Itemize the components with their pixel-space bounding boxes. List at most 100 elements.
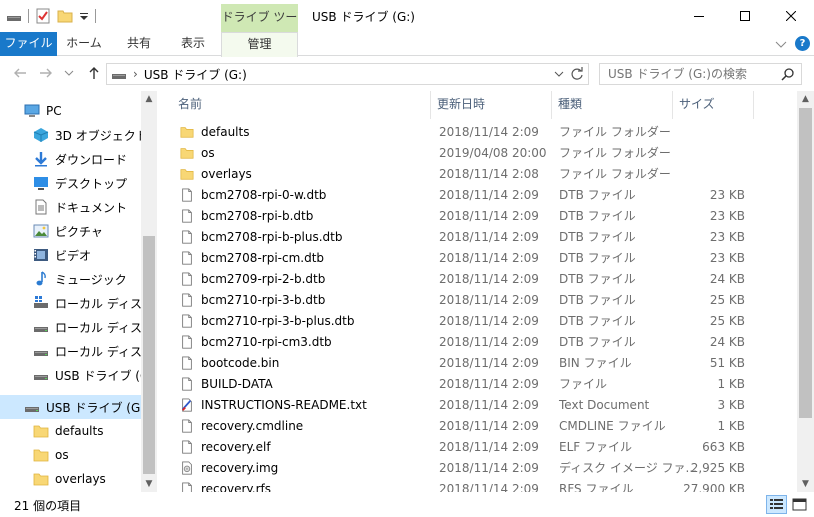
file-icon	[180, 292, 194, 308]
column-date-header[interactable]: 更新日時	[431, 91, 551, 119]
nav-item[interactable]: ローカル ディスク (E	[0, 339, 141, 363]
title-bar: ドライブ ツール USB ドライブ (G:)	[0, 0, 814, 50]
file-row[interactable]: bcm2709-rpi-2-b.dtb 2018/11/14 2:09 DTB ファ…	[168, 268, 797, 289]
help-icon[interactable]: ?	[795, 36, 810, 51]
file-list-scrollbar[interactable]: ▲ ▼	[797, 91, 814, 492]
file-row[interactable]: recovery.rfs 2018/11/14 2:09 RFS ファイル 27,90…	[168, 478, 797, 492]
tab-manage[interactable]: 管理	[221, 32, 298, 57]
address-dropdown-icon[interactable]	[554, 70, 564, 78]
nav-item[interactable]: ビデオ	[0, 243, 141, 267]
file-row[interactable]: bcm2708-rpi-b-plus.dtb 2018/11/14 2:09 DTB…	[168, 226, 797, 247]
file-list-scrollbar-thumb[interactable]	[799, 108, 812, 418]
file-date: 2018/11/14 2:08	[439, 166, 539, 181]
file-row[interactable]: overlays 2018/11/14 2:08 ファイル フォルダー	[168, 163, 797, 184]
scroll-up-icon[interactable]: ▲	[141, 91, 157, 107]
file-name: recovery.elf	[201, 439, 271, 454]
nav-item[interactable]: デスクトップ	[0, 171, 141, 195]
file-row[interactable]: defaults 2018/11/14 2:09 ファイル フォルダー	[168, 121, 797, 142]
file-row[interactable]: bcm2710-rpi-3-b-plus.dtb 2018/11/14 2:09 D…	[168, 310, 797, 331]
nav-scrollbar[interactable]: ▲ ▼	[141, 91, 157, 492]
search-input[interactable]	[608, 67, 781, 81]
properties-icon[interactable]	[35, 8, 51, 24]
file-row[interactable]: INSTRUCTIONS-README.txt 2018/11/14 2:09 Te…	[168, 394, 797, 415]
file-type: ファイル フォルダー	[559, 125, 671, 139]
details-view-button[interactable]	[766, 495, 787, 514]
column-divider[interactable]	[753, 91, 754, 119]
column-name-header[interactable]: 名前	[172, 91, 430, 119]
tab-home[interactable]: ホーム	[61, 32, 107, 56]
scroll-down-icon[interactable]: ▼	[141, 476, 157, 492]
file-type: ディスク イメージ ファ...	[559, 461, 697, 475]
folder-icon	[180, 145, 194, 161]
file-date: 2018/11/14 2:09	[439, 187, 539, 202]
nav-item[interactable]: 3D オブジェクト	[0, 123, 141, 147]
nav-item[interactable]: defaults	[0, 419, 141, 443]
file-type: DTB ファイル	[559, 209, 636, 223]
nav-scrollbar-thumb[interactable]	[143, 236, 155, 474]
file-size: 663 KB	[702, 439, 745, 454]
nav-item[interactable]: os	[0, 443, 141, 467]
tab-share[interactable]: 共有	[116, 32, 162, 56]
file-name-cell: BUILD-DATA	[180, 376, 273, 392]
forward-icon[interactable]	[38, 65, 54, 81]
file-row[interactable]: bcm2710-rpi-cm3.dtb 2018/11/14 2:09 DTB ファ…	[168, 331, 797, 352]
file-row[interactable]: bcm2708-rpi-b.dtb 2018/11/14 2:09 DTB ファイル…	[168, 205, 797, 226]
address-row: › USB ドライブ (G:)	[0, 57, 814, 91]
back-icon[interactable]	[12, 65, 28, 81]
file-row[interactable]: bcm2710-rpi-3-b.dtb 2018/11/14 2:09 DTB ファ…	[168, 289, 797, 310]
nav-item[interactable]: ダウンロード	[0, 147, 141, 171]
column-type-header[interactable]: 種類	[552, 91, 672, 119]
breadcrumb-separator-icon[interactable]: ›	[133, 67, 138, 81]
file-row[interactable]: os 2019/04/08 20:00 ファイル フォルダー	[168, 142, 797, 163]
column-size-header[interactable]: サイズ	[673, 91, 753, 119]
file-row[interactable]: recovery.elf 2018/11/14 2:09 ELF ファイル 663 K…	[168, 436, 797, 457]
up-icon[interactable]	[86, 65, 102, 81]
pc-icon	[24, 103, 40, 119]
file-date: 2018/11/14 2:09	[439, 292, 539, 307]
file-row[interactable]: recovery.img 2018/11/14 2:09 ディスク イメージ ファ.…	[168, 457, 797, 478]
nav-item[interactable]: ローカル ディスク (D	[0, 315, 141, 339]
file-name: bcm2710-rpi-3-b-plus.dtb	[201, 313, 355, 328]
file-date: 2018/11/14 2:09	[439, 229, 539, 244]
ribbon-tabs: ファイル ホーム 共有 表示 管理 ?	[0, 32, 814, 57]
nav-item[interactable]: ミュージック	[0, 267, 141, 291]
file-row[interactable]: bcm2708-rpi-cm.dtb 2018/11/14 2:09 DTB ファイ…	[168, 247, 797, 268]
refresh-icon[interactable]	[570, 67, 584, 81]
file-name: BUILD-DATA	[201, 376, 273, 391]
recent-locations-icon[interactable]	[64, 69, 74, 77]
file-row[interactable]: BUILD-DATA 2018/11/14 2:09 ファイル 1 KB	[168, 373, 797, 394]
new-folder-icon[interactable]	[57, 8, 73, 24]
nav-item-label: defaults	[55, 424, 104, 438]
nav-item[interactable]: USB ドライブ (G:)	[0, 395, 141, 419]
scroll-down-icon[interactable]: ▼	[797, 476, 814, 492]
file-size: 1 KB	[717, 376, 745, 391]
nav-item-label: ドキュメント	[55, 200, 128, 215]
nav-item[interactable]: ピクチャ	[0, 219, 141, 243]
file-row[interactable]: bcm2708-rpi-0-w.dtb 2018/11/14 2:09 DTB ファ…	[168, 184, 797, 205]
large-icons-view-button[interactable]	[789, 495, 810, 514]
file-row[interactable]: recovery.cmdline 2018/11/14 2:09 CMDLINE フ…	[168, 415, 797, 436]
scroll-up-icon[interactable]: ▲	[797, 91, 814, 107]
nav-item[interactable]: ドキュメント	[0, 195, 141, 219]
search-icon[interactable]	[781, 67, 795, 81]
details-view-icon	[770, 499, 783, 509]
tab-view[interactable]: 表示	[170, 32, 216, 56]
expand-ribbon-icon[interactable]	[775, 39, 787, 49]
file-name-cell: overlays	[180, 166, 252, 182]
tab-file[interactable]: ファイル	[0, 32, 57, 56]
minimize-button[interactable]	[676, 0, 722, 31]
file-date: 2018/11/14 2:09	[439, 397, 539, 412]
address-bar[interactable]: › USB ドライブ (G:)	[106, 63, 589, 85]
nav-item[interactable]: ローカル ディスク (C	[0, 291, 141, 315]
search-box[interactable]	[599, 63, 802, 85]
maximize-button[interactable]	[722, 0, 768, 31]
nav-item[interactable]: USB ドライブ (G:)	[0, 363, 141, 387]
customize-toolbar-icon[interactable]	[79, 8, 89, 24]
file-size: 23 KB	[709, 208, 745, 223]
nav-item[interactable]: overlays	[0, 467, 141, 491]
nav-item[interactable]: PC	[0, 99, 141, 123]
drive-icon[interactable]	[6, 8, 22, 24]
breadcrumb[interactable]: USB ドライブ (G:)	[144, 66, 247, 83]
file-row[interactable]: bootcode.bin 2018/11/14 2:09 BIN ファイル 51 KB	[168, 352, 797, 373]
close-button[interactable]	[768, 0, 814, 31]
